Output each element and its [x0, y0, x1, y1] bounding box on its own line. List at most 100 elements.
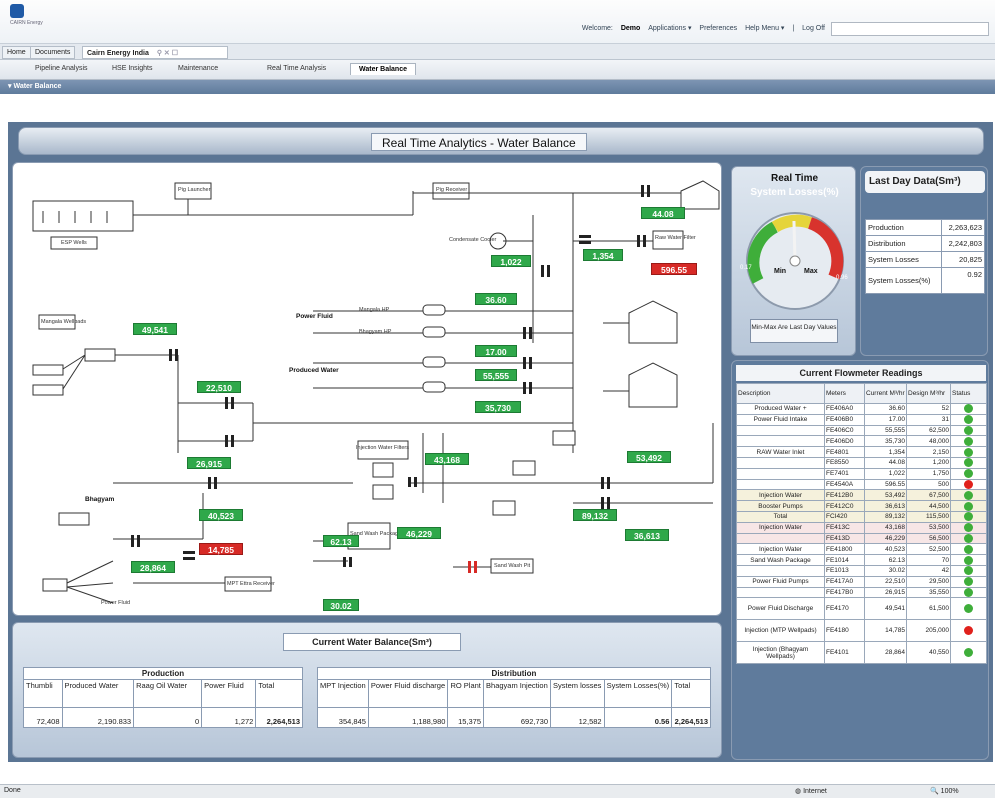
last-day-row: Production 2,263,623: [865, 219, 986, 236]
reading-36613: 36,613: [625, 529, 669, 541]
distribution-group-row: Distribution: [317, 667, 711, 680]
flowmeter-meter: FE4170: [824, 597, 865, 621]
flowmeter-row: FE1013 30.02 42: [736, 564, 987, 577]
flowmeter-row: Produced Water + FE406A0 36.60 52: [736, 403, 987, 415]
tab-cairn-energy-india[interactable]: Cairn Energy India ⚲ ✕ ☐: [82, 46, 228, 59]
flowmeter-status: [950, 521, 987, 534]
flowmeter-row: Injection Water FE412B0 53,492 67,500: [736, 489, 987, 502]
production-value-row: 72,408 2,190.833 0 1,272 2,264,513: [23, 707, 303, 728]
flowmeter-status: [950, 554, 987, 566]
flowmeter-meter: FE412C0: [824, 500, 865, 512]
dist-col-system-losses: System losses: [550, 679, 605, 708]
flowmeter-design: 500: [906, 478, 951, 491]
zoom-control[interactable]: 🔍 100%: [930, 787, 959, 795]
dist-system-losses: 12,582: [550, 707, 605, 728]
tab-water-balance[interactable]: Water Balance: [350, 63, 416, 75]
primary-tab-bar: Home Documents Cairn Energy India ⚲ ✕ ☐: [0, 44, 995, 60]
flowmeter-current: 89,132: [864, 510, 907, 523]
flowmeter-design: 29,500: [906, 575, 951, 588]
distribution-group: Distribution: [317, 667, 711, 680]
app-header: CAIRN Energy Welcome: Demo Applications …: [0, 0, 995, 44]
flowmeter-design: 2,150: [906, 446, 951, 458]
flowmeter-current: 14,785: [864, 619, 907, 643]
flowmeter-current: 26,915: [864, 586, 907, 599]
reading-30-02: 30.02: [323, 599, 359, 611]
label-sand-wash-pit: Sand Wash Pit: [494, 563, 531, 569]
flowmeter-row: Injection (MTP Wellpads) FE4180 14,785 205,…: [736, 619, 987, 643]
flowmeter-row: Sand Wash Package FE1014 62.13 70: [736, 554, 987, 566]
flowmeter-current: 40,523: [864, 543, 907, 556]
prod-power-fluid: 1,272: [201, 707, 257, 728]
tab-options-icon[interactable]: ⚲ ✕ ☐: [157, 50, 178, 57]
search-input[interactable]: [831, 22, 989, 36]
flowmeter-row: Power Fluid Intake FE406B0 17.00 31: [736, 413, 987, 426]
nav-preferences[interactable]: Preferences: [699, 25, 737, 32]
flowmeter-design: 52: [906, 403, 951, 415]
prod-produced-water: 2,190.833: [61, 707, 135, 728]
tab-real-time-analysis[interactable]: Real Time Analysis: [267, 65, 326, 72]
zoom-icon: 🔍: [930, 788, 941, 795]
last-day-value: 0.92: [940, 267, 986, 294]
last-day-row: System Losses 20,825: [865, 251, 986, 268]
reading-46229: 46,229: [397, 527, 441, 539]
tab-documents[interactable]: Documents: [30, 46, 76, 59]
status-ok-icon: [964, 404, 973, 414]
dist-col-total: Total: [671, 679, 711, 708]
last-day-label: Distribution: [865, 235, 942, 252]
label-pig-launcher: Pig Launcher: [178, 187, 211, 193]
welcome-user: Demo: [620, 25, 641, 32]
nav-help-menu[interactable]: Help Menu ▾: [745, 25, 784, 32]
production-group-row: Production: [23, 667, 303, 680]
dist-bhagyam: 692,730: [483, 707, 552, 728]
tab-hse-insights[interactable]: HSE Insights: [112, 65, 152, 72]
gauge-max-label: Max: [804, 268, 818, 275]
flowmeter-design: 115,500: [906, 510, 951, 523]
flowmeter-status: [950, 413, 987, 426]
flowmeter-design: 61,500: [906, 597, 951, 621]
tab-home[interactable]: Home: [2, 46, 31, 59]
reading-14785: 14,785: [199, 543, 243, 555]
reading-55555: 55,555: [475, 369, 517, 381]
flowmeter-meter: FE406D0: [824, 435, 865, 448]
flowmeter-status: [950, 478, 987, 491]
nav-divider: |: [792, 25, 795, 32]
reading-28864: 28,864: [131, 561, 175, 573]
flowmeter-meter: FE7401: [824, 467, 865, 480]
status-ok-icon: [964, 588, 973, 597]
flowmeter-current: 28,864: [864, 641, 907, 665]
flowmeter-meter: FE417B0: [824, 586, 865, 599]
flowmeter-meter: FE413D: [824, 532, 865, 545]
dist-col-power-fluid: Power Fluid discharge: [367, 679, 449, 708]
flowmeter-design: 56,500: [906, 532, 951, 545]
last-day-label: Production: [865, 219, 942, 236]
flowmeter-description: Booster Pumps: [736, 500, 825, 512]
reading-40523: 40,523: [199, 509, 243, 521]
prod-col-raag-oil-water: Raag Oil Water: [133, 679, 203, 708]
flowmeter-status: [950, 532, 987, 545]
app-window: CAIRN Energy Welcome: Demo Applications …: [0, 0, 995, 798]
tab-maintenance[interactable]: Maintenance: [178, 65, 218, 72]
flowmeter-current: 49,541: [864, 597, 907, 621]
section-bar[interactable]: ▾ Water Balance: [0, 80, 995, 94]
last-day-table: Production 2,263,623 Distribution 2,242,80…: [865, 219, 986, 294]
prod-total: 2,264,513: [255, 707, 303, 728]
reading-43168: 43,168: [425, 453, 469, 465]
status-ok-icon: [964, 490, 973, 500]
nav-log-off[interactable]: Log Off: [802, 25, 825, 32]
nav-applications[interactable]: Applications ▾: [648, 25, 691, 32]
status-ok-icon: [964, 534, 973, 543]
last-day-value: 20,825: [940, 251, 986, 268]
tab-pipeline-analysis[interactable]: Pipeline Analysis: [35, 65, 88, 72]
flowmeter-design: 42: [906, 564, 951, 577]
process-diagram: ESP Wells Pig Launcher Pig Receiver Cond…: [12, 162, 722, 616]
status-ok-icon: [964, 648, 973, 658]
flowmeter-meter: FE406A0: [824, 403, 865, 415]
flowmeter-status: [950, 500, 987, 512]
label-power-fluid: Power Fluid: [296, 313, 333, 320]
flowmeter-row: Injection Water FE413C 43,168 53,500: [736, 521, 987, 534]
status-ok-icon: [964, 436, 973, 446]
browser-status-bar: Done ◍ Internet 🔍 100%: [0, 784, 995, 798]
flowmeter-meter: FE412B0: [824, 489, 865, 502]
label-bhagyam-hp: Bhagyam HP: [359, 329, 392, 335]
flowmeter-description: [736, 532, 825, 545]
